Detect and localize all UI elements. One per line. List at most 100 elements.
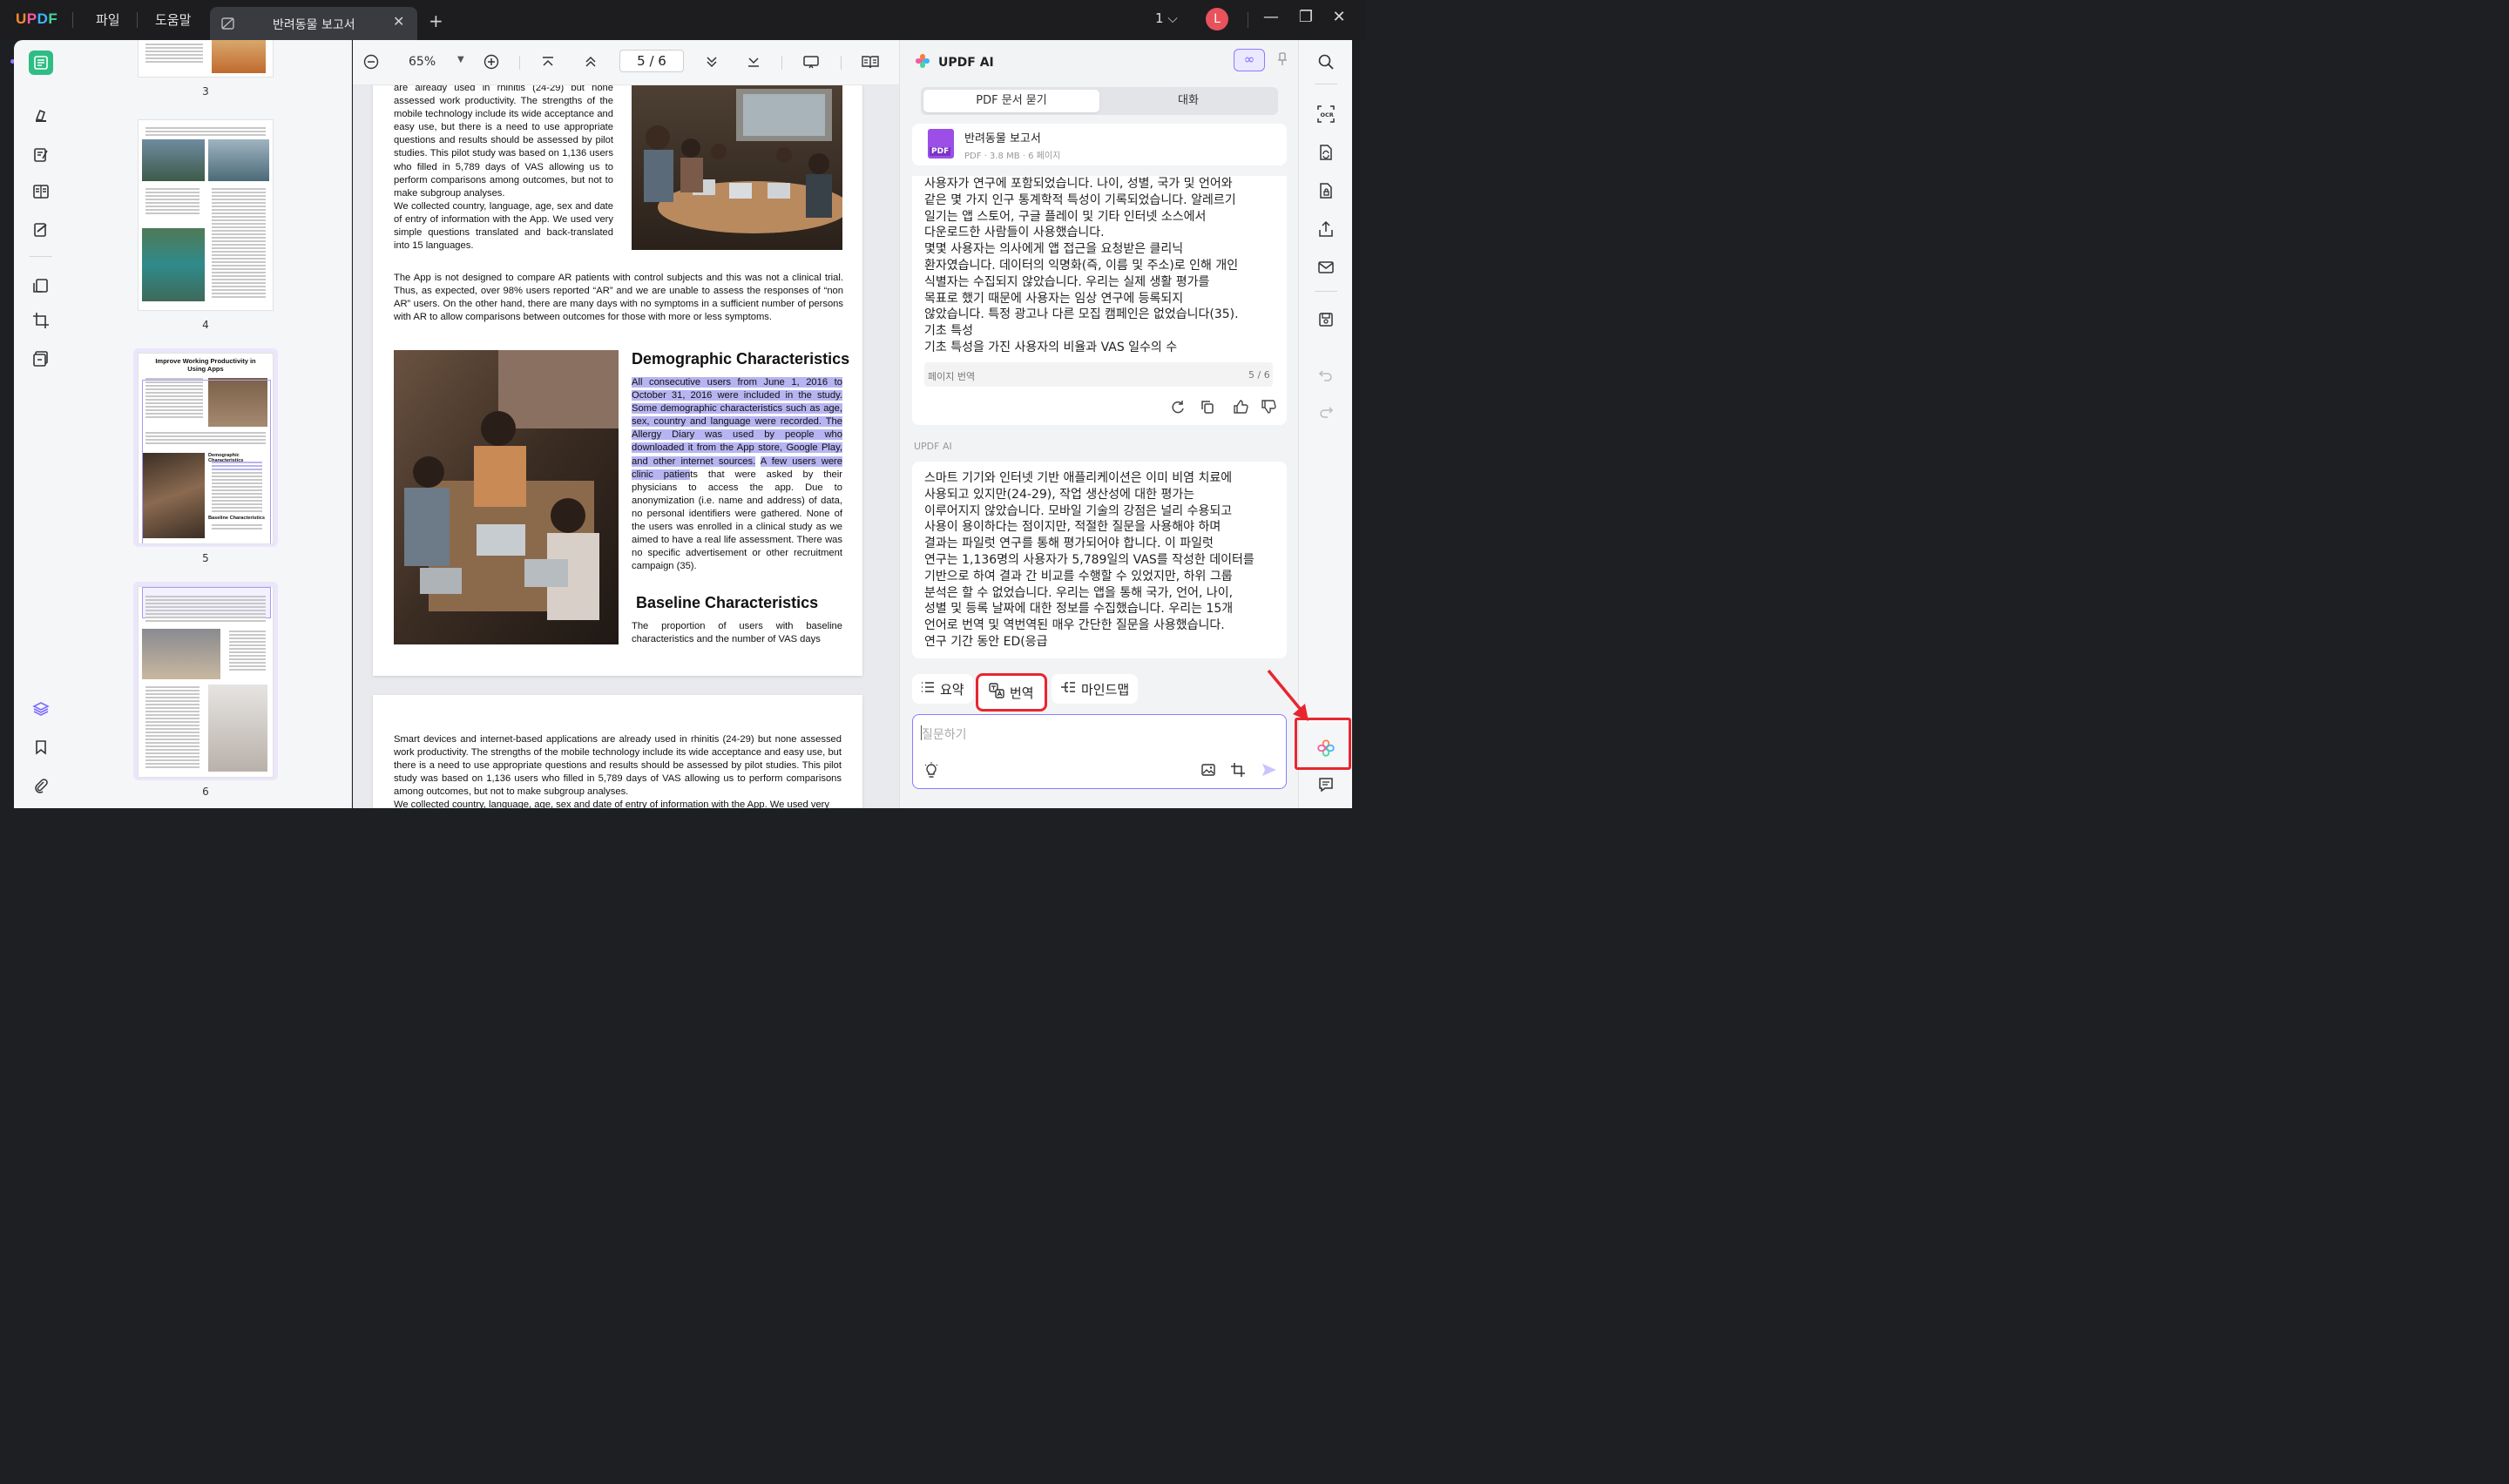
new-tab-icon[interactable]: + bbox=[429, 10, 443, 31]
bookmark-icon[interactable] bbox=[29, 735, 53, 759]
pdf-badge: PDF bbox=[930, 147, 951, 156]
regenerate-icon[interactable] bbox=[1170, 399, 1186, 418]
screenshot-crop-icon[interactable] bbox=[1230, 762, 1246, 781]
ai-tabs: PDF 문서 묻기 대화 bbox=[921, 87, 1278, 115]
save-icon[interactable] bbox=[1315, 308, 1337, 331]
answer-line: 사용되고 있지만(24-29), 작업 생산성에 대한 평가는 bbox=[924, 487, 1195, 502]
zoom-dropdown-icon[interactable]: ▼ bbox=[457, 55, 464, 64]
organize-pages-icon[interactable] bbox=[29, 179, 53, 204]
tab-chat[interactable]: 대화 bbox=[1101, 90, 1275, 112]
translation-page: 5 / 6 bbox=[1248, 369, 1270, 381]
translate-button[interactable]: 번역 bbox=[976, 673, 1047, 712]
divider bbox=[1315, 291, 1337, 292]
close-tab-icon[interactable]: ✕ bbox=[393, 13, 404, 30]
answer-line: 분석은 할 수 없었습니다. 우리는 앱을 통해 국가, 언어, 나이, bbox=[924, 585, 1234, 600]
pin-icon[interactable] bbox=[1276, 51, 1288, 71]
ai-sender-label: UPDF AI bbox=[914, 441, 952, 452]
fill-sign-icon[interactable] bbox=[29, 218, 53, 242]
user-avatar[interactable]: L bbox=[1206, 8, 1228, 30]
paragraph: ts that were asked by their physicians t… bbox=[632, 469, 842, 572]
tab-ask-pdf[interactable]: PDF 문서 묻기 bbox=[923, 90, 1099, 112]
previous-page-icon[interactable] bbox=[584, 55, 598, 72]
restore-icon[interactable]: ❐ bbox=[1295, 8, 1317, 26]
thumbnail-page-3[interactable] bbox=[139, 40, 273, 77]
presentation-icon[interactable] bbox=[802, 55, 820, 72]
ai-answer-current: 스마트 기기와 인터넷 기반 애플리케이션은 이미 비염 치료에 사용되고 있지만… bbox=[912, 462, 1287, 658]
protect-file-icon[interactable] bbox=[1315, 179, 1337, 202]
divider bbox=[519, 56, 520, 70]
updf-ai-logo-icon bbox=[914, 52, 931, 73]
answer-line: 다운로드한 사람들이 사용했습니다. bbox=[924, 226, 1105, 240]
undo-icon[interactable] bbox=[1315, 364, 1337, 387]
search-icon[interactable] bbox=[1315, 51, 1337, 73]
pdf-page-6: Smart devices and internet-based applica… bbox=[373, 695, 862, 808]
highlighter-icon[interactable] bbox=[29, 103, 53, 127]
zoom-in-icon[interactable] bbox=[484, 54, 499, 73]
section-heading: Demographic Characteristics bbox=[632, 350, 850, 368]
close-window-icon[interactable]: ✕ bbox=[1328, 8, 1350, 26]
answer-text: 스마트 기기와 인터넷 기반 애플리케이션은 이미 비염 치료에 사용되고 있지만… bbox=[924, 470, 1275, 651]
minimize-icon[interactable]: — bbox=[1260, 8, 1282, 26]
document-tab[interactable]: 반려동물 보고서 ✕ bbox=[210, 7, 417, 40]
zoom-level[interactable]: 65% bbox=[409, 55, 436, 69]
paragraph: The proportion of users with baseline ch… bbox=[632, 621, 842, 645]
ai-answer-translation: 사용자가 연구에 포함되었습니다. 나이, 성별, 국가 및 언어와 같은 몇 가… bbox=[912, 176, 1287, 425]
email-icon[interactable] bbox=[1315, 256, 1337, 279]
last-page-icon[interactable] bbox=[747, 55, 761, 72]
title-bar: UPDF 파일 도움말 반려동물 보고서 ✕ + 1 ⌵ L — ❐ ✕ bbox=[0, 0, 1366, 40]
comment-icon[interactable] bbox=[1315, 773, 1337, 796]
image-upload-icon[interactable] bbox=[1200, 762, 1216, 781]
first-page-icon[interactable] bbox=[541, 55, 555, 72]
layers-icon[interactable] bbox=[29, 697, 53, 721]
convert-file-icon[interactable] bbox=[1315, 141, 1337, 164]
window-count: 1 bbox=[1155, 10, 1164, 26]
divider bbox=[137, 12, 138, 28]
edit-pdf-icon[interactable] bbox=[29, 143, 53, 167]
thumbnail-page-5[interactable]: Improve Working Productivity in Using Ap… bbox=[139, 354, 273, 543]
answer-line: 사용자가 연구에 포함되었습니다. 나이, 성별, 국가 및 언어와 bbox=[924, 177, 1233, 191]
divider bbox=[781, 56, 782, 70]
crop-icon[interactable] bbox=[29, 308, 53, 333]
ai-question-input[interactable]: 질문하기 bbox=[912, 714, 1287, 789]
svg-text:OCR: OCR bbox=[1321, 111, 1334, 118]
thumbnail-page-6[interactable] bbox=[139, 587, 273, 777]
share-icon[interactable] bbox=[1315, 218, 1337, 240]
thumbs-down-icon[interactable] bbox=[1261, 399, 1276, 418]
summarize-button[interactable]: 요약 bbox=[912, 674, 973, 704]
compress-icon[interactable] bbox=[29, 347, 53, 371]
page-layout-icon[interactable] bbox=[861, 54, 880, 73]
menu-help[interactable]: 도움말 bbox=[155, 10, 191, 29]
copy-icon[interactable] bbox=[1200, 399, 1215, 418]
document-toolbar: 65% ▼ 5 / 6 bbox=[353, 40, 899, 85]
page-number-input[interactable]: 5 / 6 bbox=[619, 50, 684, 72]
reader-mode-icon[interactable] bbox=[29, 51, 53, 75]
list-icon bbox=[921, 681, 935, 697]
ai-title: UPDF AI bbox=[938, 56, 994, 70]
file-meta: PDF · 3.8 MB · 6 페이지 bbox=[964, 152, 1061, 161]
team-working-photo bbox=[394, 350, 619, 644]
document-viewport[interactable]: are already used in rhinitis (24-29) but… bbox=[353, 85, 899, 808]
answer-line: 기반으로 하여 결과 간 비교를 수행할 수 있었지만, 하위 그룹 bbox=[924, 569, 1233, 583]
attachment-icon[interactable] bbox=[29, 773, 53, 798]
meeting-photo bbox=[632, 85, 849, 250]
total-pages: 6 bbox=[658, 53, 666, 69]
redo-icon[interactable] bbox=[1315, 401, 1337, 423]
ocr-icon[interactable]: OCR bbox=[1315, 103, 1337, 125]
mindmap-button[interactable]: 마인드맵 bbox=[1052, 674, 1139, 704]
answer-line: 환자였습니다. 데이터의 익명화(즉, 이름 및 주소)로 인해 개인 bbox=[924, 258, 1239, 273]
convert-icon[interactable] bbox=[29, 273, 53, 298]
thumbnail-page-4[interactable] bbox=[139, 120, 273, 310]
current-page: 5 bbox=[637, 53, 646, 69]
next-page-icon[interactable] bbox=[705, 55, 719, 72]
divider bbox=[841, 56, 842, 70]
menu-file[interactable]: 파일 bbox=[96, 10, 120, 29]
prompt-ideas-icon[interactable] bbox=[923, 762, 939, 783]
send-icon[interactable] bbox=[1261, 762, 1277, 781]
thumbs-up-icon[interactable] bbox=[1233, 399, 1248, 418]
unlimited-badge[interactable]: ∞ bbox=[1234, 49, 1265, 71]
zoom-out-icon[interactable] bbox=[363, 54, 379, 73]
ai-header: UPDF AI bbox=[914, 52, 994, 73]
selected-text[interactable]: All consecutive users from June 1, 2016 … bbox=[632, 376, 842, 573]
paragraph: Smart devices and internet-based applica… bbox=[394, 734, 842, 798]
window-count-selector[interactable]: 1 ⌵ bbox=[1155, 10, 1178, 26]
